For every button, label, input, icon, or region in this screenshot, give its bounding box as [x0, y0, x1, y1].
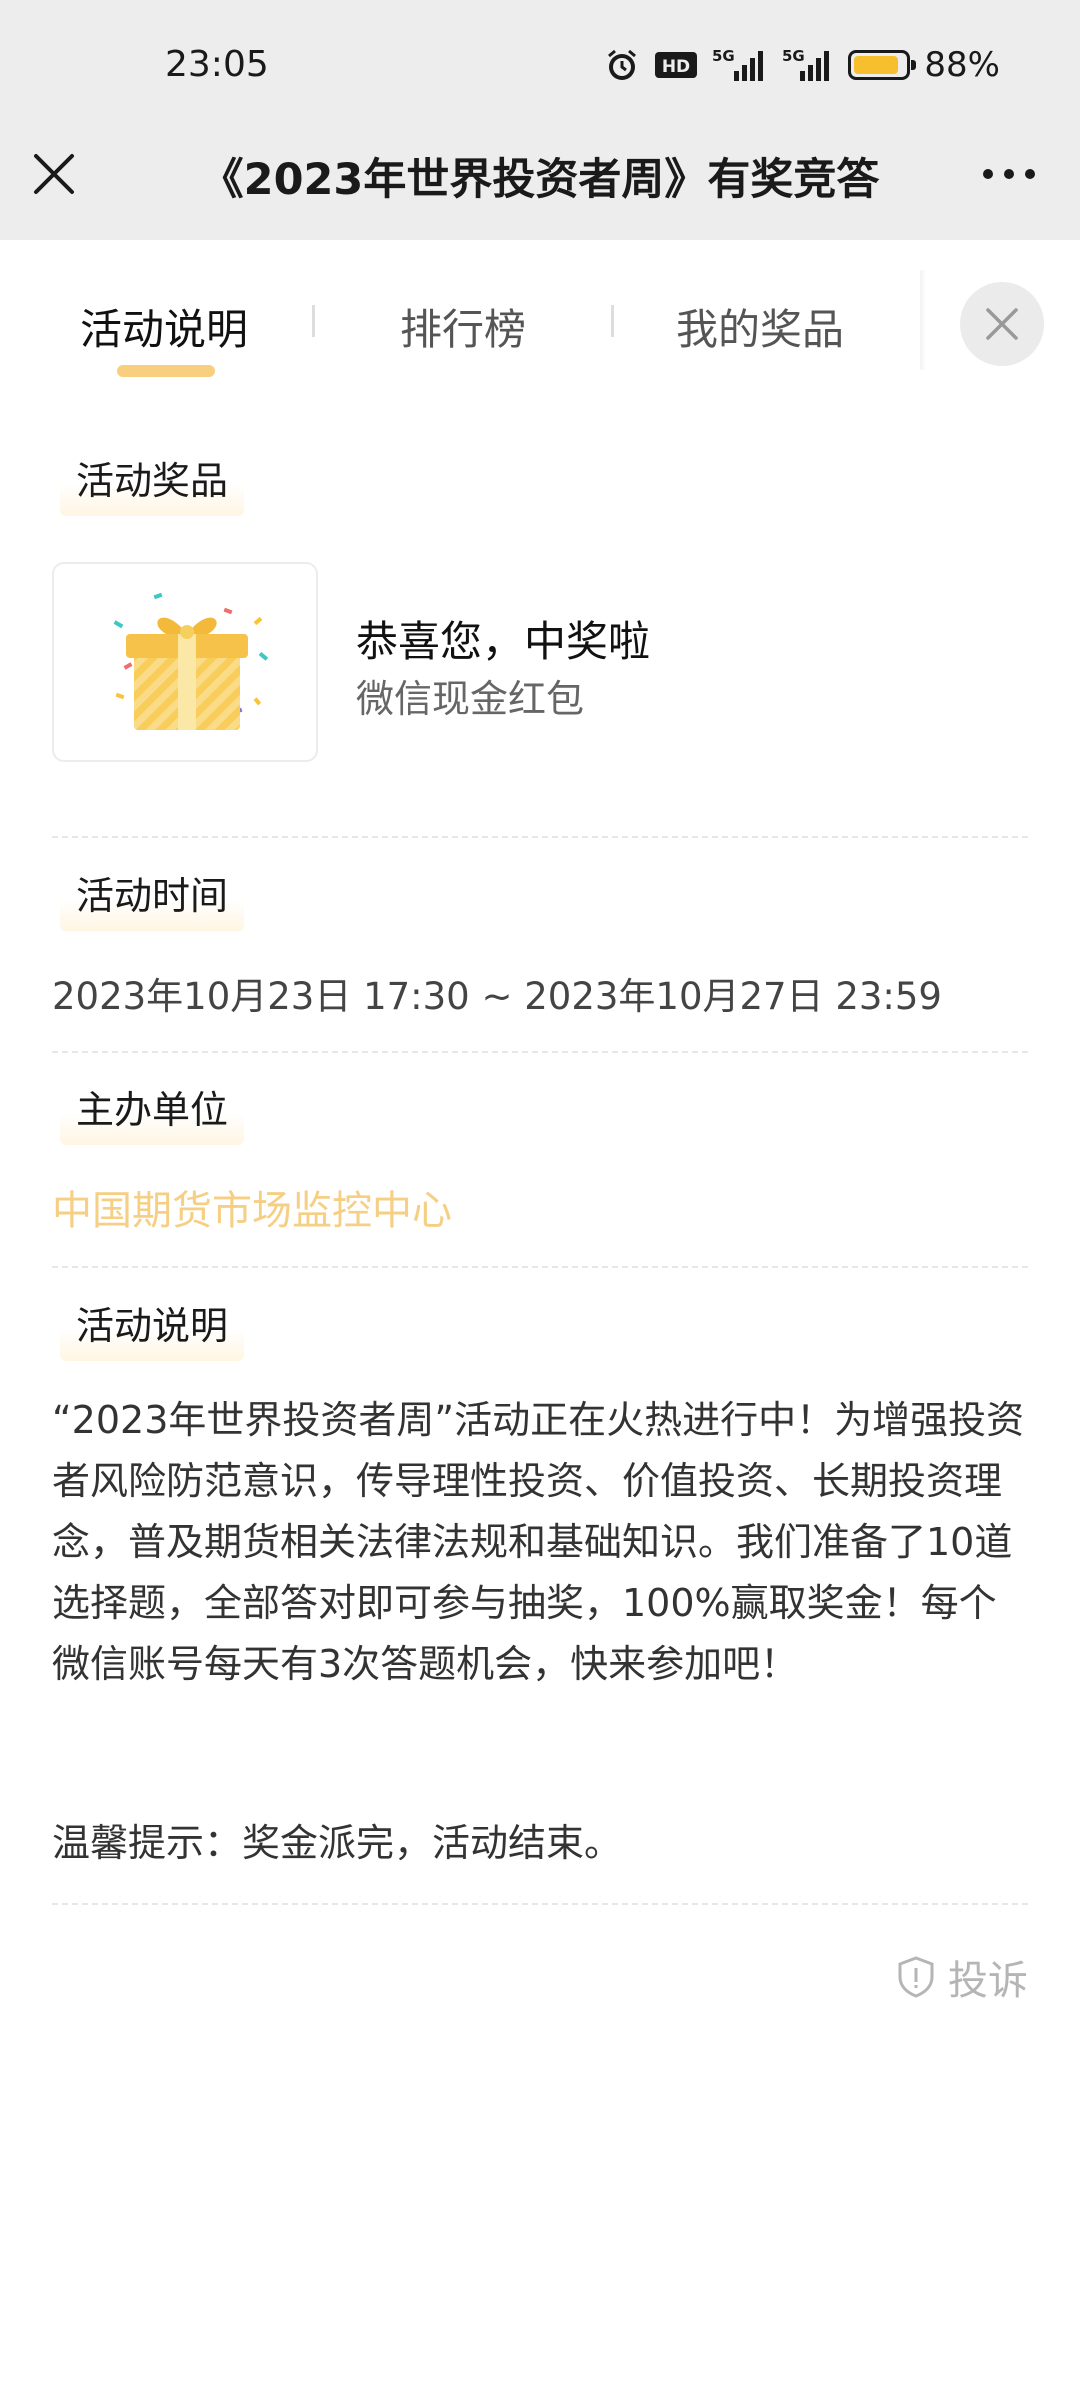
- divider: [52, 1051, 1028, 1053]
- alarm-icon: [604, 45, 640, 85]
- hd-icon: HD: [654, 45, 698, 85]
- activity-tip: 温馨提示：奖金派完，活动结束。: [52, 1821, 623, 1865]
- divider: [52, 1266, 1028, 1268]
- section-label-prize: 活动奖品: [60, 446, 245, 516]
- tab-separator: [312, 305, 315, 337]
- net1-label: 5G: [712, 47, 735, 65]
- signal-5g-icon: 5G: [712, 45, 768, 85]
- section-label-time: 活动时间: [60, 861, 245, 931]
- prize-subtitle: 微信现金红包: [356, 677, 585, 721]
- close-icon[interactable]: [28, 148, 80, 200]
- section-label-description: 活动说明: [60, 1291, 245, 1361]
- battery-percent: 88%: [924, 45, 1000, 85]
- report-button[interactable]: 投诉: [896, 1948, 1028, 2006]
- status-icons: HD 5G 5G 88%: [604, 40, 1000, 90]
- report-label: 投诉: [948, 1958, 1028, 2004]
- prize-title: 恭喜您，中奖啦: [356, 617, 651, 666]
- close-icon: [986, 308, 1018, 340]
- battery-icon: [848, 45, 917, 85]
- tab-active-indicator: [117, 365, 215, 377]
- organizer-name: 中国期货市场监控中心: [52, 1188, 452, 1234]
- tab-activity-description[interactable]: 活动说明: [80, 296, 248, 357]
- close-panel-button[interactable]: [960, 282, 1044, 366]
- tab-separator: [611, 305, 614, 337]
- hd-label: HD: [662, 57, 690, 77]
- more-icon[interactable]: [978, 148, 1040, 200]
- signal-5g-icon: 5G: [782, 45, 834, 85]
- tab-divider-shadow: [920, 270, 926, 370]
- net2-label: 5G: [782, 47, 805, 65]
- top-bar: 23:05 HD 5G 5G 88% 《2023年世界投资者周》有奖竞答: [0, 0, 1080, 240]
- gift-icon: [113, 592, 269, 730]
- shield-alert-icon: [898, 1956, 934, 1998]
- tab-my-prizes[interactable]: 我的奖品: [676, 296, 844, 357]
- prize-image: [52, 562, 318, 762]
- section-label-organizer: 主办单位: [60, 1075, 245, 1145]
- activity-description: “2023年世界投资者周”活动正在火热进行中！为增强投资者风险防范意识，传导理性…: [52, 1398, 1025, 1686]
- divider: [52, 836, 1028, 838]
- status-time: 23:05: [165, 44, 269, 85]
- activity-time: 2023年10月23日 17:30 ~ 2023年10月27日 23:59: [52, 975, 942, 1018]
- divider: [52, 1903, 1028, 1905]
- page-title: 《2023年世界投资者周》有奖竞答: [200, 155, 880, 205]
- tab-leaderboard[interactable]: 排行榜: [400, 296, 526, 357]
